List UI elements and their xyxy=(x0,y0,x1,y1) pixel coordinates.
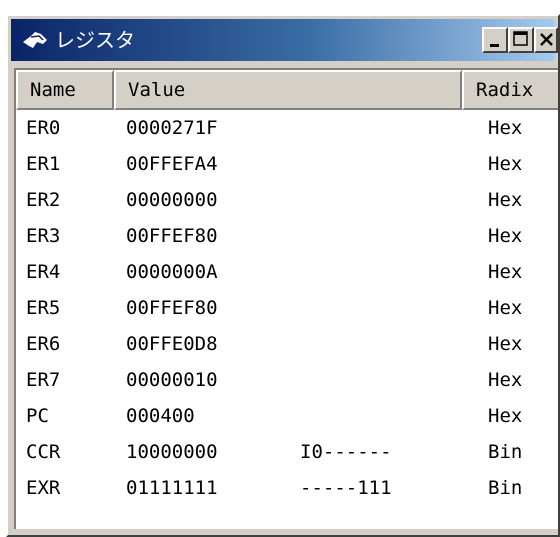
register-value: 00000000 xyxy=(126,189,218,211)
register-name: ER0 xyxy=(26,117,61,139)
register-radix: Hex xyxy=(488,405,523,427)
register-name: CCR xyxy=(26,441,61,463)
register-name: PC xyxy=(26,405,49,427)
maximize-icon xyxy=(513,31,528,46)
register-radix: Hex xyxy=(488,297,523,319)
register-row[interactable]: EXR 01111111 -----111 Bin xyxy=(16,470,558,506)
register-value: 00000010 xyxy=(126,369,218,391)
register-name: ER7 xyxy=(26,369,61,391)
register-row[interactable]: ER2 00000000 Hex xyxy=(16,182,558,218)
minimize-button[interactable] xyxy=(482,27,508,53)
register-value: 0000000A xyxy=(126,261,218,283)
register-name: ER6 xyxy=(26,333,61,355)
register-row[interactable]: ER0 0000271F Hex xyxy=(16,110,558,146)
title-bar[interactable]: レジスタ xyxy=(11,19,558,61)
register-radix: Hex xyxy=(488,333,523,355)
close-button[interactable] xyxy=(534,27,558,53)
register-list[interactable]: Name Value Radix ER0 0000271F Hex ER1 00FFEF… xyxy=(14,68,558,529)
register-row[interactable]: CCR 10000000 I0------ Bin xyxy=(16,434,558,470)
register-value: 10000000 xyxy=(126,441,218,463)
column-header-name[interactable]: Name xyxy=(16,70,114,110)
register-value: 00FFE0D8 xyxy=(126,333,218,355)
register-radix: Hex xyxy=(488,117,523,139)
close-icon xyxy=(540,33,553,46)
register-name: ER5 xyxy=(26,297,61,319)
column-header-radix[interactable]: Radix xyxy=(462,70,558,110)
register-window-icon xyxy=(23,32,47,48)
register-flags: -----111 xyxy=(300,477,392,499)
window-title: レジスタ xyxy=(55,28,135,52)
register-row[interactable]: ER5 00FFEF80 Hex xyxy=(16,290,558,326)
maximize-button[interactable] xyxy=(508,27,534,53)
minimize-icon xyxy=(490,44,499,47)
register-row[interactable]: PC 000400 Hex xyxy=(16,398,558,434)
register-row[interactable]: ER6 00FFE0D8 Hex xyxy=(16,326,558,362)
register-value: 00FFEF80 xyxy=(126,225,218,247)
register-flags: I0------ xyxy=(300,441,392,463)
register-row[interactable]: ER1 00FFEFA4 Hex xyxy=(16,146,558,182)
register-row[interactable]: ER4 0000000A Hex xyxy=(16,254,558,290)
register-name: ER4 xyxy=(26,261,61,283)
register-radix: Bin xyxy=(488,477,523,499)
register-value: 000400 xyxy=(126,405,195,427)
register-name: ER2 xyxy=(26,189,61,211)
register-row[interactable]: ER7 00000010 Hex xyxy=(16,362,558,398)
register-radix: Bin xyxy=(488,441,523,463)
register-row[interactable]: ER3 00FFEF80 Hex xyxy=(16,218,558,254)
register-radix: Hex xyxy=(488,261,523,283)
register-name: ER3 xyxy=(26,225,61,247)
register-window: レジスタ Name Value Radix ER0 0000271F Hex ER1 0… xyxy=(6,14,560,537)
register-radix: Hex xyxy=(488,369,523,391)
register-radix: Hex xyxy=(488,225,523,247)
register-radix: Hex xyxy=(488,189,523,211)
register-value: 0000271F xyxy=(126,117,218,139)
register-value: 00FFEF80 xyxy=(126,297,218,319)
register-value: 00FFEFA4 xyxy=(126,153,218,175)
register-radix: Hex xyxy=(488,153,523,175)
column-header-value[interactable]: Value xyxy=(114,70,462,110)
register-value: 01111111 xyxy=(126,477,218,499)
register-name: EXR xyxy=(26,477,61,499)
register-name: ER1 xyxy=(26,153,61,175)
